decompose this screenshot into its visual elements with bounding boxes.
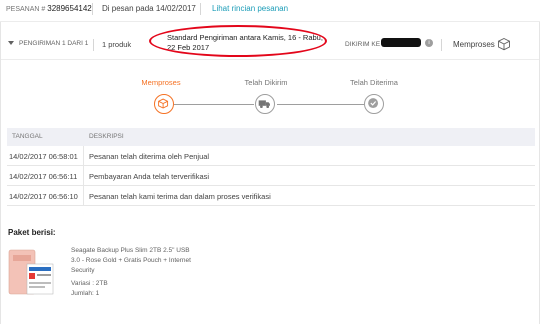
shipment-card: PENGIRIMAN 1 DARI 1 1 produk Standard Pe… (0, 22, 540, 324)
divider (83, 166, 84, 185)
caret-down-icon (8, 41, 14, 46)
product-quantity: Jumlah: 1 (71, 290, 100, 297)
progress-tracker: Memproses Telah Dikirim Telah Diterima (1, 74, 539, 124)
shipment-status: Memproses (453, 40, 495, 49)
send-to-label: DIKIRIM KE (345, 41, 381, 48)
row-description: Pesanan telah diterima oleh Penjual (89, 152, 210, 161)
step-label-processing: Memproses (141, 78, 181, 87)
table-row: 14/02/2017 06:58:01 Pesanan telah diteri… (7, 146, 535, 166)
package-icon (498, 37, 510, 51)
order-header: PESANAN # 3289654142 Di pesan pada 14/02… (0, 0, 540, 22)
row-description: Pembayaran Anda telah terverifikasi (89, 172, 210, 181)
table-row: 14/02/2017 06:56:11 Pembayaran Anda tela… (7, 166, 535, 186)
product-name[interactable]: Seagate Backup Plus Slim 2TB 2.5" USB 3.… (71, 246, 196, 276)
shipment-summary[interactable]: PENGIRIMAN 1 DARI 1 1 produk Standard Pe… (1, 25, 539, 60)
row-date: 14/02/2017 06:56:11 (9, 172, 78, 181)
truck-icon (258, 100, 270, 109)
row-date: 14/02/2017 06:56:10 (9, 192, 78, 201)
table-header: TANGGAL DESKRIPSI (7, 128, 535, 146)
shipment-toggle[interactable]: PENGIRIMAN 1 DARI 1 (8, 40, 88, 47)
divider (92, 3, 93, 15)
redacted-address (381, 38, 421, 47)
step-shipped (255, 94, 275, 114)
order-date: Di pesan pada 14/02/2017 (102, 4, 196, 13)
progress-line (174, 104, 254, 105)
order-history-table: TANGGAL DESKRIPSI 14/02/2017 06:58:01 Pe… (7, 128, 535, 206)
shipment-label: PENGIRIMAN 1 DARI 1 (19, 40, 89, 47)
order-detail-link[interactable]: Lihat rincian pesanan (212, 4, 288, 13)
step-label-delivered: Telah Diterima (350, 78, 398, 87)
divider (83, 186, 84, 205)
divider (93, 39, 94, 51)
product-image[interactable] (7, 244, 57, 300)
product-count: 1 produk (102, 40, 132, 49)
order-number-label: PESANAN # (6, 6, 46, 13)
check-icon (368, 98, 379, 109)
box-icon (158, 98, 169, 109)
table-row: 14/02/2017 06:56:10 Pesanan telah kami t… (7, 186, 535, 206)
column-description: DESKRIPSI (89, 133, 124, 140)
column-date: TANGGAL (12, 133, 43, 140)
step-delivered (364, 94, 384, 114)
product-variant: Variasi : 2TB (71, 280, 108, 287)
info-icon[interactable]: i (425, 39, 433, 47)
order-number: PESANAN # 3289654142 (6, 4, 92, 13)
progress-line (277, 104, 364, 105)
package-title: Paket berisi: (8, 228, 56, 237)
divider (83, 146, 84, 165)
divider (200, 3, 201, 15)
row-date: 14/02/2017 06:58:01 (9, 152, 78, 161)
row-description: Pesanan telah kami terima dan dalam pros… (89, 192, 271, 201)
annotation-ellipse (149, 25, 327, 57)
divider (441, 39, 442, 51)
order-number-value: 3289654142 (47, 4, 92, 13)
step-label-shipped: Telah Dikirim (244, 78, 288, 87)
step-processing (154, 94, 174, 114)
